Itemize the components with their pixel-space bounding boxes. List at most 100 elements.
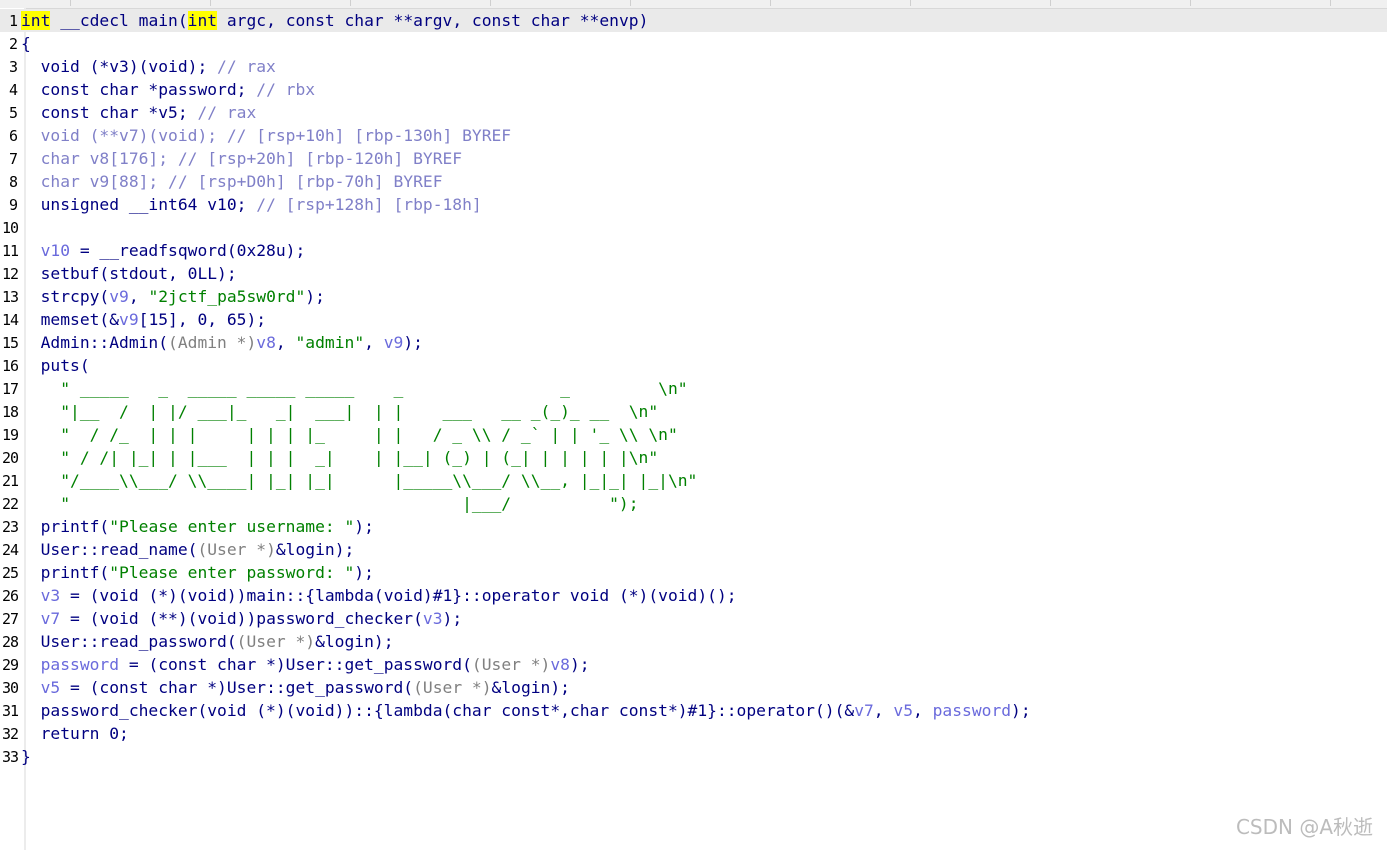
code-token[interactable]: (User *) bbox=[197, 540, 275, 559]
code-token[interactable]: ); bbox=[354, 563, 374, 582]
code-token[interactable]: " |___/ "); bbox=[21, 494, 638, 513]
code-token[interactable]: v7 bbox=[21, 609, 61, 628]
code-line[interactable]: 11 v10 = __readfsqword(0x28u); bbox=[0, 239, 1387, 262]
code-token[interactable]: " _____ _ _____ _____ _____ _ _ \n" bbox=[21, 379, 687, 398]
code-line[interactable]: 31 password_checker(void (*)(void))::{la… bbox=[0, 699, 1387, 722]
code-token[interactable]: password bbox=[933, 701, 1011, 720]
code-line[interactable]: 9 unsigned __int64 v10; // [rsp+128h] [r… bbox=[0, 193, 1387, 216]
code-token[interactable]: password_checker(void (*)(void))::{lambd… bbox=[21, 701, 855, 720]
code-line[interactable]: 21 "/____\\___/ \\____| |_| |_| |_____\\… bbox=[0, 469, 1387, 492]
code-line[interactable]: 28 User::read_password((User *)&login); bbox=[0, 630, 1387, 653]
code-line[interactable]: 26 v3 = (void (*)(void))main::{lambda(vo… bbox=[0, 584, 1387, 607]
code-token[interactable]: (User *) bbox=[237, 632, 315, 651]
code-token[interactable]: ); bbox=[570, 655, 590, 674]
code-line[interactable]: 16 puts( bbox=[0, 354, 1387, 377]
code-token[interactable]: const char *password; bbox=[21, 80, 256, 99]
code-token[interactable]: v8 bbox=[256, 333, 276, 352]
code-token[interactable]: (Admin *) bbox=[168, 333, 256, 352]
code-token[interactable]: v8 bbox=[550, 655, 570, 674]
code-line[interactable]: 12 setbuf(stdout, 0LL); bbox=[0, 262, 1387, 285]
code-token[interactable]: , bbox=[874, 701, 894, 720]
code-token[interactable]: __cdecl main( bbox=[50, 11, 187, 30]
code-token[interactable]: return 0; bbox=[21, 724, 129, 743]
code-token[interactable]: ); bbox=[1011, 701, 1031, 720]
code-token[interactable]: // rbx bbox=[256, 80, 315, 99]
code-token[interactable]: User::read_password( bbox=[21, 632, 237, 651]
code-token[interactable]: v10 bbox=[21, 241, 70, 260]
code-token[interactable]: // [rsp+128h] [rbp-18h] bbox=[256, 195, 481, 214]
code-token[interactable]: v9 bbox=[384, 333, 404, 352]
code-token[interactable]: , bbox=[276, 333, 296, 352]
code-line[interactable]: 6 void (**v7)(void); // [rsp+10h] [rbp-1… bbox=[0, 124, 1387, 147]
code-token[interactable]: = (const char *)User::get_password( bbox=[119, 655, 472, 674]
code-token[interactable]: &login); bbox=[276, 540, 354, 559]
code-token[interactable]: &login); bbox=[315, 632, 393, 651]
code-token[interactable]: { bbox=[21, 34, 31, 53]
code-token[interactable]: unsigned __int64 v10; bbox=[21, 195, 256, 214]
code-line[interactable]: 27 v7 = (void (**)(void))password_checke… bbox=[0, 607, 1387, 630]
code-token[interactable]: int bbox=[187, 11, 218, 30]
code-token[interactable]: memset(& bbox=[21, 310, 119, 329]
code-token[interactable]: // rax bbox=[197, 103, 256, 122]
code-token[interactable]: int bbox=[21, 11, 51, 30]
code-line[interactable]: 14 memset(&v9[15], 0, 65); bbox=[0, 308, 1387, 331]
code-token[interactable]: setbuf(stdout, 0LL); bbox=[21, 264, 237, 283]
code-line[interactable]: 3 void (*v3)(void); // rax bbox=[0, 55, 1387, 78]
code-token[interactable]: "Please enter password: " bbox=[109, 563, 354, 582]
code-line[interactable]: 30 v5 = (const char *)User::get_password… bbox=[0, 676, 1387, 699]
code-token[interactable]: puts( bbox=[21, 356, 90, 375]
code-line[interactable]: 33} bbox=[0, 745, 1387, 768]
code-line[interactable]: 17 " _____ _ _____ _____ _____ _ _ \n" bbox=[0, 377, 1387, 400]
code-token[interactable]: "2jctf_pa5sw0rd" bbox=[148, 287, 305, 306]
code-token[interactable]: Admin::Admin( bbox=[21, 333, 168, 352]
code-token[interactable]: "Please enter username: " bbox=[109, 517, 354, 536]
code-line[interactable]: 25 printf("Please enter password: "); bbox=[0, 561, 1387, 584]
pseudocode-view[interactable]: 1 int __cdecl main(int argc, const char *… bbox=[0, 9, 1387, 768]
code-line[interactable]: 19 " / /_ | | | | | | |_ | | / _ \\ / _`… bbox=[0, 423, 1387, 446]
code-line[interactable]: 23 printf("Please enter username: "); bbox=[0, 515, 1387, 538]
code-line[interactable]: 5 const char *v5; // rax bbox=[0, 101, 1387, 124]
code-token[interactable]: void (**v7)(void); // [rsp+10h] [rbp-130… bbox=[21, 126, 512, 145]
code-line[interactable]: 15 Admin::Admin((Admin *)v8, "admin", v9… bbox=[0, 331, 1387, 354]
code-token[interactable]: v9 bbox=[119, 310, 139, 329]
code-token[interactable]: User::read_name( bbox=[21, 540, 198, 559]
code-token[interactable]: (User *) bbox=[413, 678, 491, 697]
code-line[interactable]: 18 "|__ / | |/ ___|_ _| ___| | | ___ __ … bbox=[0, 400, 1387, 423]
code-line[interactable]: 10 bbox=[0, 216, 1387, 239]
code-token[interactable]: argc, const char **argv, const char **en… bbox=[217, 11, 649, 30]
code-token[interactable]: ); bbox=[305, 287, 325, 306]
code-token[interactable]: char v9[88]; // [rsp+D0h] [rbp-70h] BYRE… bbox=[21, 172, 443, 191]
code-line[interactable]: 20 " / /| |_| | |___ | | | _| | |__| (_)… bbox=[0, 446, 1387, 469]
code-token[interactable]: char v8[176]; // [rsp+20h] [rbp-120h] BY… bbox=[21, 149, 463, 168]
code-line[interactable]: 13 strcpy(v9, "2jctf_pa5sw0rd"); bbox=[0, 285, 1387, 308]
code-token[interactable]: [15], 0, 65); bbox=[139, 310, 266, 329]
code-token[interactable]: , bbox=[364, 333, 384, 352]
code-token[interactable]: ); bbox=[443, 609, 463, 628]
code-token[interactable]: strcpy( bbox=[21, 287, 110, 306]
code-line[interactable]: 4 const char *password; // rbx bbox=[0, 78, 1387, 101]
code-token[interactable]: printf( bbox=[21, 563, 110, 582]
code-token[interactable]: const char *v5; bbox=[21, 103, 197, 122]
code-token[interactable]: = __readfsqword(0x28u); bbox=[70, 241, 305, 260]
code-token[interactable]: &login); bbox=[492, 678, 570, 697]
code-token[interactable]: , bbox=[913, 701, 933, 720]
code-token[interactable]: void (*v3)(void); bbox=[21, 57, 217, 76]
code-token[interactable]: password bbox=[21, 655, 119, 674]
code-token[interactable]: "|__ / | |/ ___|_ _| ___| | | ___ __ _(_… bbox=[21, 402, 658, 421]
code-line[interactable]: 29 password = (const char *)User::get_pa… bbox=[0, 653, 1387, 676]
code-line[interactable]: 2{ bbox=[0, 32, 1387, 55]
code-line[interactable]: 22 " |___/ "); bbox=[0, 492, 1387, 515]
code-token[interactable]: v3 bbox=[21, 586, 61, 605]
code-line[interactable]: 32 return 0; bbox=[0, 722, 1387, 745]
code-token[interactable]: = (void (*)(void))main::{lambda(void)#1}… bbox=[60, 586, 737, 605]
code-token[interactable]: } bbox=[21, 747, 31, 766]
code-token[interactable]: (User *) bbox=[472, 655, 550, 674]
code-token[interactable]: v5 bbox=[893, 701, 913, 720]
code-token[interactable]: v5 bbox=[21, 678, 61, 697]
code-token[interactable]: = (const char *)User::get_password( bbox=[60, 678, 413, 697]
code-token[interactable]: // rax bbox=[217, 57, 276, 76]
code-token[interactable]: ); bbox=[354, 517, 374, 536]
code-token[interactable]: printf( bbox=[21, 517, 110, 536]
code-line[interactable]: 7 char v8[176]; // [rsp+20h] [rbp-120h] … bbox=[0, 147, 1387, 170]
code-token[interactable]: v9 bbox=[109, 287, 129, 306]
